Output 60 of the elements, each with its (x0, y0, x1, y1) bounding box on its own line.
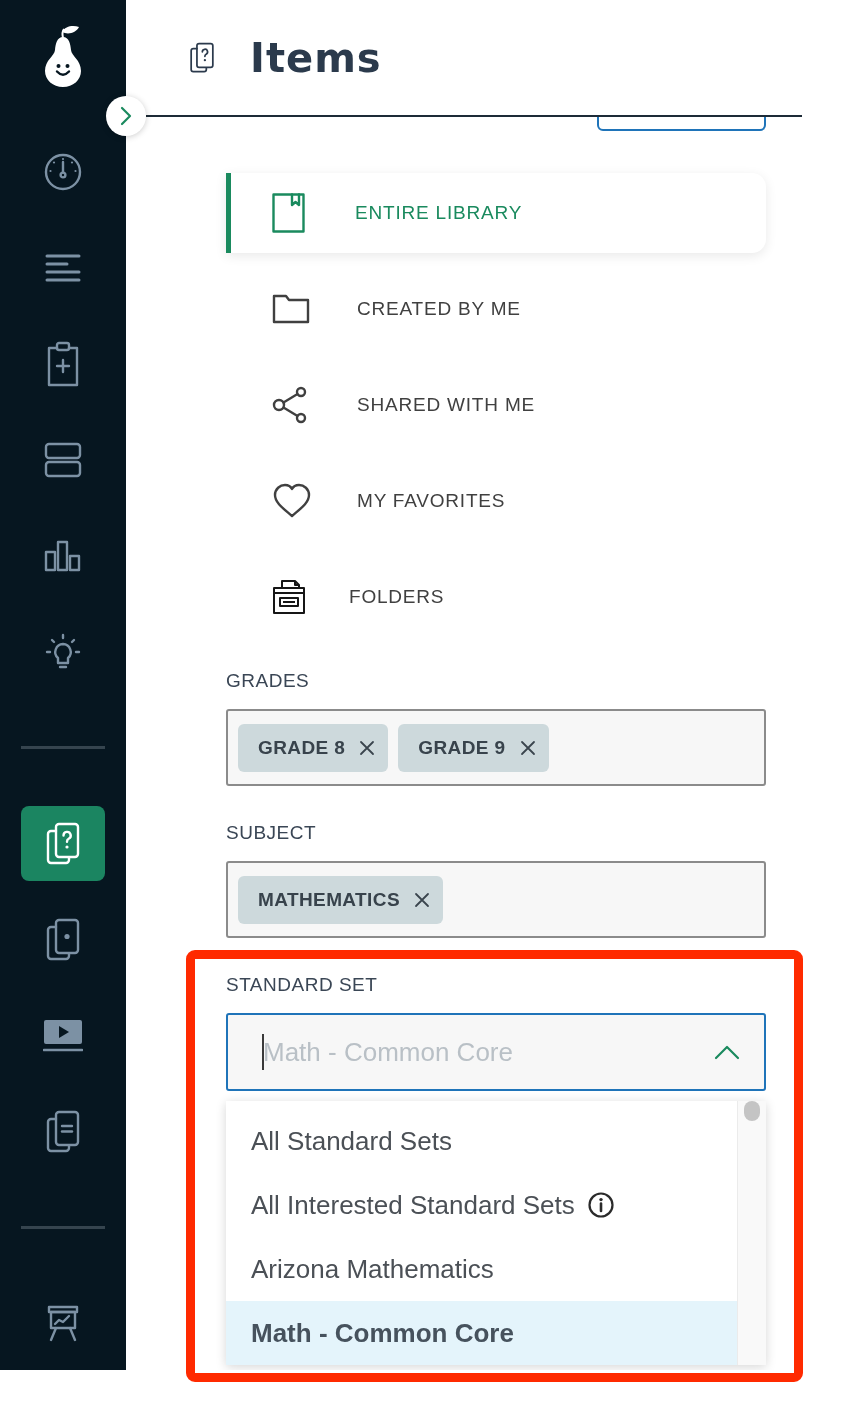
sidebar-item[interactable] (45, 252, 81, 283)
lines-icon (45, 252, 81, 283)
sidebar-item[interactable] (46, 340, 80, 387)
heart-icon (272, 483, 312, 519)
dropdown-option[interactable]: All Interested Standard Sets (226, 1173, 737, 1237)
chevron-right-icon (120, 106, 132, 126)
dropdown-option[interactable]: All Standard Sets (226, 1109, 737, 1173)
cut-off-button[interactable] (597, 117, 766, 131)
gauge-icon (44, 152, 82, 191)
dropdown-option[interactable]: Arizona Mathematics (226, 1237, 737, 1301)
library-nav-item[interactable]: FOLDERS (272, 579, 445, 615)
pear-logo[interactable] (43, 25, 83, 88)
chevron-up-icon[interactable] (714, 1044, 740, 1060)
sidebar-item[interactable] (44, 152, 82, 191)
library-nav-item[interactable]: SHARED WITH ME (272, 386, 535, 424)
select-field[interactable]: Math - Common Core (226, 1013, 766, 1091)
field-label: STANDARD SET (226, 974, 379, 996)
stacked-rectangles-icon (44, 441, 82, 478)
clipboard-plus-icon (46, 340, 80, 387)
bar-chart-icon (44, 539, 82, 572)
close-icon[interactable] (359, 739, 376, 756)
dropdown-option[interactable]: Math - Common Core (226, 1301, 737, 1365)
tag-input-field[interactable]: MATHEMATICS (226, 861, 766, 938)
question-cards-icon (189, 41, 215, 74)
expand-button[interactable] (106, 96, 146, 136)
field-label: SUBJECT (226, 822, 318, 844)
lightbulb-icon (44, 632, 82, 671)
sidebar-item[interactable] (46, 1304, 80, 1343)
tag-input-field[interactable]: GRADE 8 GRADE 9 (226, 709, 766, 786)
scrollbar[interactable] (737, 1101, 766, 1365)
document-cards-icon (45, 1109, 81, 1154)
folder-icon (272, 294, 310, 324)
library-nav-item[interactable]: CREATED BY ME (272, 294, 521, 324)
close-icon[interactable] (413, 891, 430, 908)
share-icon (272, 386, 308, 424)
presentation-board-icon (46, 1304, 80, 1343)
sidebar-item[interactable] (45, 917, 81, 962)
info-icon[interactable] (587, 1192, 614, 1218)
sidebar-item[interactable] (45, 1109, 81, 1154)
library-nav-item[interactable]: ENTIRE LIBRARY (226, 173, 766, 253)
sidebar-item[interactable] (44, 632, 82, 671)
search-input[interactable]: Math - Common Core (263, 1036, 714, 1068)
sidebar-item[interactable] (21, 806, 105, 881)
scrollbar-thumb[interactable] (744, 1101, 760, 1121)
text-cursor-icon (262, 1034, 264, 1070)
question-cards-icon (45, 821, 81, 866)
sidebar-item[interactable] (44, 539, 82, 572)
page-title: Items (250, 34, 382, 81)
library-nav-item[interactable]: MY FAVORITES (272, 483, 506, 519)
sidebar-item[interactable] (44, 441, 82, 478)
book-icon (272, 193, 305, 233)
file-drawer-icon (272, 579, 306, 615)
field-label: GRADES (226, 670, 311, 692)
chip-label: GRADE 9 (418, 736, 506, 759)
chip-label: MATHEMATICS (258, 888, 400, 911)
sidebar-item[interactable] (43, 1018, 83, 1053)
close-icon[interactable] (519, 739, 536, 756)
chip-label: GRADE 8 (258, 736, 346, 759)
play-screen-icon (43, 1018, 83, 1053)
dot-cards-icon (45, 917, 81, 962)
